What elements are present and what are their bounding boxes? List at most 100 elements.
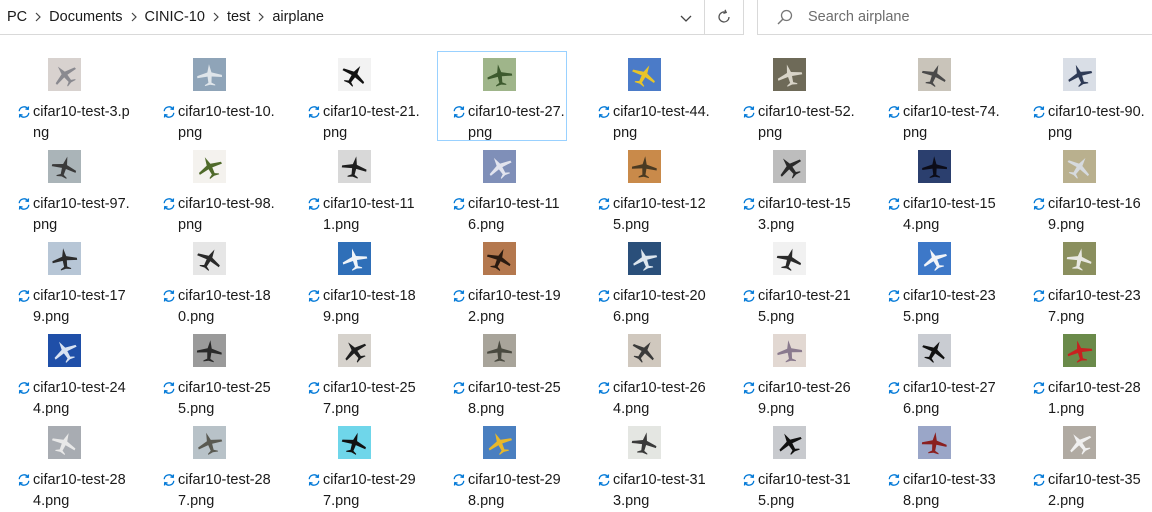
file-item[interactable]: cifar10-test-10. png: [147, 51, 277, 141]
file-name-line: cifar10-test-21.: [323, 104, 420, 120]
file-item[interactable]: cifar10-test-29 8.png: [437, 419, 567, 509]
file-item[interactable]: cifar10-test-11 1.png: [292, 143, 422, 233]
file-name-line: cifar10-test-17: [33, 288, 126, 304]
breadcrumb-documents[interactable]: Documents: [45, 9, 126, 25]
search-box[interactable]: [757, 0, 1152, 35]
file-item[interactable]: cifar10-test-29 7.png: [292, 419, 422, 509]
file-item[interactable]: cifar10-test-26 9.png: [727, 327, 857, 417]
file-name: cifar10-test-21 5.png: [758, 286, 858, 328]
file-name: cifar10-test-11 6.png: [468, 194, 568, 236]
file-item[interactable]: cifar10-test-28 7.png: [147, 419, 277, 509]
file-item[interactable]: cifar10-test-44. png: [582, 51, 712, 141]
sync-status-icon: [888, 382, 900, 394]
file-item[interactable]: cifar10-test-23 7.png: [1017, 235, 1147, 325]
file-name-line: cifar10-test-20: [613, 288, 706, 304]
file-item[interactable]: cifar10-test-12 5.png: [582, 143, 712, 233]
file-item[interactable]: cifar10-test-28 1.png: [1017, 327, 1147, 417]
file-name: cifar10-test-15 4.png: [903, 194, 1003, 236]
file-item[interactable]: cifar10-test-52. png: [727, 51, 857, 141]
file-name: cifar10-test-17 9.png: [33, 286, 133, 328]
file-item[interactable]: cifar10-test-24 4.png: [2, 327, 132, 417]
file-name-line: 1.png: [1048, 401, 1085, 417]
file-item[interactable]: cifar10-test-74. png: [872, 51, 1002, 141]
breadcrumb-airplane[interactable]: airplane: [268, 9, 328, 25]
airplane-thumbnail: [193, 58, 226, 91]
file-item[interactable]: cifar10-test-21. png: [292, 51, 422, 141]
airplane-thumbnail: [338, 242, 371, 275]
file-item[interactable]: cifar10-test-18 9.png: [292, 235, 422, 325]
file-item[interactable]: cifar10-test-20 6.png: [582, 235, 712, 325]
chevron-right-icon[interactable]: [254, 12, 268, 22]
file-item[interactable]: cifar10-test-19 2.png: [437, 235, 567, 325]
file-name-line: png: [178, 125, 203, 141]
file-item[interactable]: cifar10-test-27. png: [437, 51, 567, 141]
file-item[interactable]: cifar10-test-26 4.png: [582, 327, 712, 417]
file-name: cifar10-test-27. png: [468, 102, 568, 144]
sync-status-icon: [308, 474, 320, 486]
file-name-line: 4.png: [903, 217, 940, 233]
file-item[interactable]: cifar10-test-18 0.png: [147, 235, 277, 325]
file-item[interactable]: cifar10-test-3.p ng: [2, 51, 132, 141]
sync-status-icon: [163, 382, 175, 394]
file-name-line: cifar10-test-29: [468, 472, 561, 488]
file-item[interactable]: cifar10-test-11 6.png: [437, 143, 567, 233]
file-item[interactable]: cifar10-test-33 8.png: [872, 419, 1002, 509]
file-name-line: 2.png: [468, 309, 505, 325]
search-input[interactable]: [808, 9, 1128, 25]
file-name: cifar10-test-12 5.png: [613, 194, 713, 236]
chevron-down-icon[interactable]: [678, 10, 694, 26]
sync-status-icon: [163, 474, 175, 486]
file-item[interactable]: cifar10-test-15 4.png: [872, 143, 1002, 233]
file-name-line: 8.png: [468, 493, 505, 509]
sync-status-icon: [18, 290, 30, 302]
file-name-line: 6.png: [613, 309, 650, 325]
file-name: cifar10-test-90. png: [1048, 102, 1148, 144]
address-bar[interactable]: PC Documents CINIC-10 test airplane: [0, 0, 705, 35]
file-name-line: cifar10-test-28: [178, 472, 271, 488]
breadcrumb: PC Documents CINIC-10 test airplane: [0, 9, 328, 25]
breadcrumb-cinic-10[interactable]: CINIC-10: [141, 9, 209, 25]
file-item[interactable]: cifar10-test-27 6.png: [872, 327, 1002, 417]
airplane-thumbnail: [628, 150, 661, 183]
file-item[interactable]: cifar10-test-35 2.png: [1017, 419, 1147, 509]
airplane-thumbnail: [193, 426, 226, 459]
file-item[interactable]: cifar10-test-25 7.png: [292, 327, 422, 417]
file-name-line: cifar10-test-28: [33, 472, 126, 488]
search-icon: [777, 9, 793, 25]
airplane-thumbnail: [918, 426, 951, 459]
file-item[interactable]: cifar10-test-97. png: [2, 143, 132, 233]
file-name-line: png: [33, 217, 58, 233]
file-item[interactable]: cifar10-test-25 5.png: [147, 327, 277, 417]
refresh-button[interactable]: [705, 0, 744, 35]
file-item[interactable]: cifar10-test-21 5.png: [727, 235, 857, 325]
file-name-line: 7.png: [323, 493, 360, 509]
airplane-thumbnail: [483, 334, 516, 367]
airplane-thumbnail: [918, 150, 951, 183]
file-item[interactable]: cifar10-test-17 9.png: [2, 235, 132, 325]
file-name: cifar10-test-23 5.png: [903, 286, 1003, 328]
airplane-thumbnail: [483, 58, 516, 91]
sync-status-icon: [1033, 382, 1045, 394]
file-item[interactable]: cifar10-test-90. png: [1017, 51, 1147, 141]
chevron-right-icon[interactable]: [127, 12, 141, 22]
file-name: cifar10-test-11 1.png: [323, 194, 423, 236]
chevron-right-icon[interactable]: [209, 12, 223, 22]
breadcrumb-test[interactable]: test: [223, 9, 254, 25]
file-name: cifar10-test-52. png: [758, 102, 858, 144]
sync-status-icon: [888, 198, 900, 210]
file-item[interactable]: cifar10-test-23 5.png: [872, 235, 1002, 325]
sync-status-icon: [598, 290, 610, 302]
airplane-thumbnail: [48, 150, 81, 183]
file-item[interactable]: cifar10-test-31 3.png: [582, 419, 712, 509]
file-item[interactable]: cifar10-test-98. png: [147, 143, 277, 233]
chevron-right-icon[interactable]: [31, 12, 45, 22]
file-item[interactable]: cifar10-test-25 8.png: [437, 327, 567, 417]
breadcrumb-pc[interactable]: PC: [3, 9, 31, 25]
file-name-line: png: [903, 125, 928, 141]
file-item[interactable]: cifar10-test-31 5.png: [727, 419, 857, 509]
file-item[interactable]: cifar10-test-15 3.png: [727, 143, 857, 233]
file-name-line: 4.png: [613, 401, 650, 417]
file-item[interactable]: cifar10-test-28 4.png: [2, 419, 132, 509]
file-item[interactable]: cifar10-test-16 9.png: [1017, 143, 1147, 233]
sync-status-icon: [743, 290, 755, 302]
